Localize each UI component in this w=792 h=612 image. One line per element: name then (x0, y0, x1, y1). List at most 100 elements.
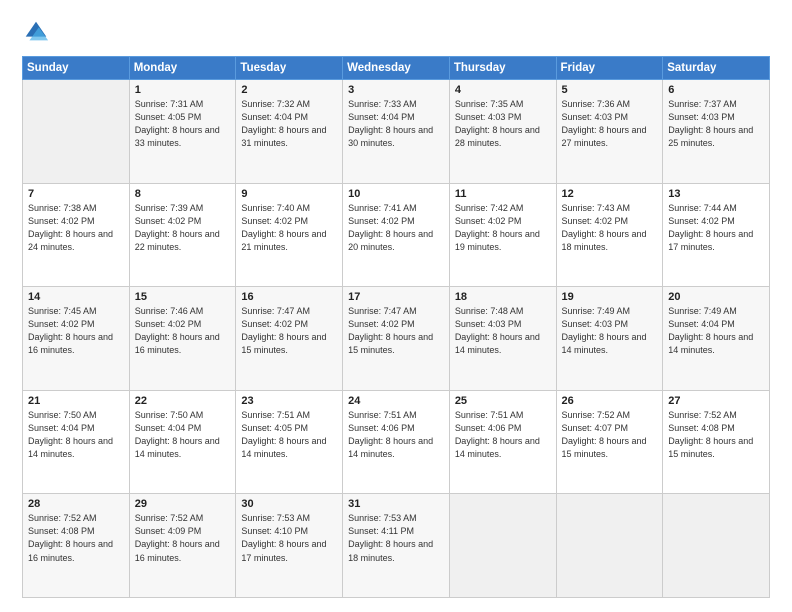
day-cell: 8 Sunrise: 7:39 AMSunset: 4:02 PMDaylight… (129, 183, 236, 287)
day-info: Sunrise: 7:33 AMSunset: 4:04 PMDaylight:… (348, 98, 444, 150)
day-info: Sunrise: 7:44 AMSunset: 4:02 PMDaylight:… (668, 202, 764, 254)
day-number: 30 (241, 498, 337, 510)
weekday-header-friday: Friday (556, 57, 663, 80)
day-info: Sunrise: 7:51 AMSunset: 4:06 PMDaylight:… (348, 409, 444, 461)
day-cell (449, 494, 556, 598)
day-info: Sunrise: 7:50 AMSunset: 4:04 PMDaylight:… (135, 409, 231, 461)
day-info: Sunrise: 7:36 AMSunset: 4:03 PMDaylight:… (562, 98, 658, 150)
day-number: 11 (455, 188, 551, 200)
day-number: 26 (562, 395, 658, 407)
day-number: 18 (455, 291, 551, 303)
day-info: Sunrise: 7:52 AMSunset: 4:08 PMDaylight:… (668, 409, 764, 461)
day-number: 10 (348, 188, 444, 200)
day-info: Sunrise: 7:38 AMSunset: 4:02 PMDaylight:… (28, 202, 124, 254)
day-cell: 20Sunrise: 7:49 AMSunset: 4:04 PMDayligh… (663, 287, 770, 391)
day-number: 31 (348, 498, 444, 510)
day-cell: 23 Sunrise: 7:51 AMSunset: 4:05 PMDayligh… (236, 390, 343, 494)
day-cell: 27Sunrise: 7:52 AMSunset: 4:08 PMDayligh… (663, 390, 770, 494)
day-info: Sunrise: 7:35 AMSunset: 4:03 PMDaylight:… (455, 98, 551, 150)
day-info: Sunrise: 7:37 AMSunset: 4:03 PMDaylight:… (668, 98, 764, 150)
day-number: 14 (28, 291, 124, 303)
day-number: 8 (135, 188, 231, 200)
day-info: Sunrise: 7:31 AMSunset: 4:05 PMDaylight:… (135, 98, 231, 150)
day-number: 21 (28, 395, 124, 407)
day-info: Sunrise: 7:45 AMSunset: 4:02 PMDaylight:… (28, 305, 124, 357)
day-cell: 24 Sunrise: 7:51 AMSunset: 4:06 PMDayligh… (343, 390, 450, 494)
day-cell: 19 Sunrise: 7:49 AMSunset: 4:03 PMDayligh… (556, 287, 663, 391)
day-info: Sunrise: 7:49 AMSunset: 4:04 PMDaylight:… (668, 305, 764, 357)
day-info: Sunrise: 7:49 AMSunset: 4:03 PMDaylight:… (562, 305, 658, 357)
weekday-header-monday: Monday (129, 57, 236, 80)
day-number: 28 (28, 498, 124, 510)
day-info: Sunrise: 7:42 AMSunset: 4:02 PMDaylight:… (455, 202, 551, 254)
weekday-header-saturday: Saturday (663, 57, 770, 80)
day-info: Sunrise: 7:53 AMSunset: 4:10 PMDaylight:… (241, 512, 337, 564)
week-row-1: 7Sunrise: 7:38 AMSunset: 4:02 PMDaylight… (23, 183, 770, 287)
week-row-0: 1Sunrise: 7:31 AMSunset: 4:05 PMDaylight… (23, 80, 770, 184)
day-info: Sunrise: 7:50 AMSunset: 4:04 PMDaylight:… (28, 409, 124, 461)
day-number: 29 (135, 498, 231, 510)
day-cell: 21 Sunrise: 7:50 AMSunset: 4:04 PMDayligh… (23, 390, 130, 494)
week-row-3: 21 Sunrise: 7:50 AMSunset: 4:04 PMDayligh… (23, 390, 770, 494)
day-cell: 9 Sunrise: 7:40 AMSunset: 4:02 PMDaylight… (236, 183, 343, 287)
day-cell: 2Sunrise: 7:32 AMSunset: 4:04 PMDaylight… (236, 80, 343, 184)
day-number: 13 (668, 188, 764, 200)
day-cell (556, 494, 663, 598)
day-number: 3 (348, 84, 444, 96)
day-number: 4 (455, 84, 551, 96)
logo-icon (22, 18, 50, 46)
day-cell: 25 Sunrise: 7:51 AMSunset: 4:06 PMDayligh… (449, 390, 556, 494)
day-number: 15 (135, 291, 231, 303)
day-cell: 5 Sunrise: 7:36 AMSunset: 4:03 PMDaylight… (556, 80, 663, 184)
day-cell (23, 80, 130, 184)
day-cell: 30 Sunrise: 7:53 AMSunset: 4:10 PMDayligh… (236, 494, 343, 598)
day-cell: 15 Sunrise: 7:46 AMSunset: 4:02 PMDayligh… (129, 287, 236, 391)
day-number: 22 (135, 395, 231, 407)
day-cell: 6 Sunrise: 7:37 AMSunset: 4:03 PMDaylight… (663, 80, 770, 184)
weekday-header-tuesday: Tuesday (236, 57, 343, 80)
weekday-header-row: SundayMondayTuesdayWednesdayThursdayFrid… (23, 57, 770, 80)
header (22, 18, 770, 46)
day-cell: 31 Sunrise: 7:53 AMSunset: 4:11 PMDayligh… (343, 494, 450, 598)
day-number: 24 (348, 395, 444, 407)
day-info: Sunrise: 7:52 AMSunset: 4:07 PMDaylight:… (562, 409, 658, 461)
day-info: Sunrise: 7:41 AMSunset: 4:02 PMDaylight:… (348, 202, 444, 254)
weekday-header-thursday: Thursday (449, 57, 556, 80)
day-info: Sunrise: 7:51 AMSunset: 4:06 PMDaylight:… (455, 409, 551, 461)
day-cell: 26 Sunrise: 7:52 AMSunset: 4:07 PMDayligh… (556, 390, 663, 494)
day-cell: 3 Sunrise: 7:33 AMSunset: 4:04 PMDaylight… (343, 80, 450, 184)
day-cell: 10 Sunrise: 7:41 AMSunset: 4:02 PMDayligh… (343, 183, 450, 287)
day-info: Sunrise: 7:52 AMSunset: 4:09 PMDaylight:… (135, 512, 231, 564)
calendar-page: SundayMondayTuesdayWednesdayThursdayFrid… (0, 0, 792, 612)
day-cell (663, 494, 770, 598)
day-info: Sunrise: 7:40 AMSunset: 4:02 PMDaylight:… (241, 202, 337, 254)
day-number: 6 (668, 84, 764, 96)
day-info: Sunrise: 7:53 AMSunset: 4:11 PMDaylight:… (348, 512, 444, 564)
day-info: Sunrise: 7:39 AMSunset: 4:02 PMDaylight:… (135, 202, 231, 254)
day-cell: 1Sunrise: 7:31 AMSunset: 4:05 PMDaylight… (129, 80, 236, 184)
day-number: 25 (455, 395, 551, 407)
day-info: Sunrise: 7:51 AMSunset: 4:05 PMDaylight:… (241, 409, 337, 461)
day-cell: 12 Sunrise: 7:43 AMSunset: 4:02 PMDayligh… (556, 183, 663, 287)
week-row-4: 28Sunrise: 7:52 AMSunset: 4:08 PMDayligh… (23, 494, 770, 598)
day-cell: 17Sunrise: 7:47 AMSunset: 4:02 PMDayligh… (343, 287, 450, 391)
day-info: Sunrise: 7:48 AMSunset: 4:03 PMDaylight:… (455, 305, 551, 357)
weekday-header-sunday: Sunday (23, 57, 130, 80)
day-info: Sunrise: 7:46 AMSunset: 4:02 PMDaylight:… (135, 305, 231, 357)
day-number: 19 (562, 291, 658, 303)
day-cell: 14 Sunrise: 7:45 AMSunset: 4:02 PMDayligh… (23, 287, 130, 391)
day-number: 12 (562, 188, 658, 200)
day-info: Sunrise: 7:47 AMSunset: 4:02 PMDaylight:… (241, 305, 337, 357)
day-cell: 22 Sunrise: 7:50 AMSunset: 4:04 PMDayligh… (129, 390, 236, 494)
day-number: 5 (562, 84, 658, 96)
weekday-header-wednesday: Wednesday (343, 57, 450, 80)
day-cell: 16Sunrise: 7:47 AMSunset: 4:02 PMDayligh… (236, 287, 343, 391)
day-info: Sunrise: 7:43 AMSunset: 4:02 PMDaylight:… (562, 202, 658, 254)
day-number: 2 (241, 84, 337, 96)
day-cell: 13 Sunrise: 7:44 AMSunset: 4:02 PMDayligh… (663, 183, 770, 287)
day-cell: 7Sunrise: 7:38 AMSunset: 4:02 PMDaylight… (23, 183, 130, 287)
day-number: 17 (348, 291, 444, 303)
day-cell: 29 Sunrise: 7:52 AMSunset: 4:09 PMDayligh… (129, 494, 236, 598)
day-number: 23 (241, 395, 337, 407)
day-number: 9 (241, 188, 337, 200)
